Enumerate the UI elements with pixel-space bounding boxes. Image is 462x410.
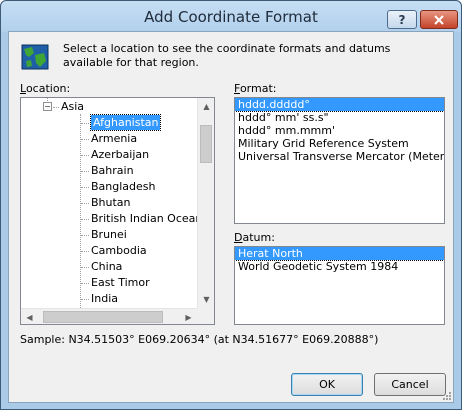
datum-list-item[interactable]: Herat North — [235, 247, 444, 261]
title-bar[interactable]: Add Coordinate Format ? — [1, 1, 461, 32]
help-icon: ? — [398, 12, 406, 27]
scroll-thumb-horizontal[interactable] — [43, 311, 163, 323]
scroll-left-arrow-icon[interactable]: ◀ — [21, 309, 38, 324]
scroll-corner — [197, 308, 214, 324]
resize-grip-icon[interactable] — [441, 390, 451, 400]
format-list-item[interactable]: hddd.ddddd° — [235, 98, 444, 112]
tree-node-china[interactable]: China — [91, 259, 122, 274]
ok-button[interactable]: OK — [291, 373, 363, 396]
intro-text: Select a location to see the coordinate … — [63, 42, 391, 69]
datum-list-item[interactable]: World Geodetic System 1984 — [235, 260, 444, 273]
sample-coordinates: Sample: N34.51503° E069.20634° (at N34.5… — [20, 333, 379, 346]
close-button[interactable] — [420, 10, 458, 29]
tree-content: − Asia Afghanistan Armenia Azerbaijan Bahra… — [21, 98, 197, 308]
tree-node-brunei[interactable]: Brunei — [91, 227, 127, 242]
tree-node-bahrain[interactable]: Bahrain — [91, 163, 134, 178]
format-list-item[interactable]: hddd° mm' ss.s" — [235, 111, 444, 124]
globe-map-icon — [21, 44, 49, 70]
tree-node-azerbaijan[interactable]: Azerbaijan — [91, 147, 149, 162]
datum-label: Datum: — [234, 231, 275, 244]
tree-node-armenia[interactable]: Armenia — [91, 131, 137, 146]
minus-box-icon[interactable]: − — [43, 102, 52, 111]
close-icon — [434, 14, 444, 25]
cancel-button[interactable]: Cancel — [374, 373, 446, 396]
horizontal-scrollbar[interactable]: ◀ ▶ — [21, 308, 197, 324]
tree-node-british-indian-ocean-ter[interactable]: British Indian Ocean Ter — [91, 211, 197, 226]
scroll-down-arrow-icon[interactable]: ▼ — [198, 291, 214, 308]
scroll-up-arrow-icon[interactable]: ▲ — [198, 98, 214, 115]
location-label: Location: — [20, 82, 71, 95]
format-label: Format: — [234, 82, 277, 95]
scroll-right-arrow-icon[interactable]: ▶ — [180, 309, 197, 324]
tree-node-cambodia[interactable]: Cambodia — [91, 243, 147, 258]
tree-node-bhutan[interactable]: Bhutan — [91, 195, 131, 210]
location-tree[interactable]: − Asia Afghanistan Armenia Azerbaijan Bahra… — [20, 97, 215, 325]
format-list-item[interactable]: Military Grid Reference System — [235, 137, 444, 150]
tree-node-india[interactable]: India — [91, 291, 118, 306]
dialog-window: Add Coordinate Format ? Select a locatio… — [0, 0, 462, 410]
tree-node-east-timor[interactable]: East Timor — [91, 275, 150, 290]
format-list-item[interactable]: hddd° mm.mmm' — [235, 124, 444, 137]
vertical-scrollbar[interactable]: ▲ ▼ — [197, 98, 214, 308]
scroll-thumb[interactable] — [200, 125, 212, 163]
tree-node-bangladesh[interactable]: Bangladesh — [91, 179, 156, 194]
tree-node-afghanistan[interactable]: Afghanistan — [89, 114, 162, 131]
dialog-body: Select a location to see the coordinate … — [8, 31, 454, 403]
datum-listbox[interactable]: Herat North World Geodetic System 1984 — [234, 246, 445, 325]
tree-node-asia[interactable]: Asia — [61, 99, 84, 114]
help-button[interactable]: ? — [387, 10, 417, 29]
format-listbox[interactable]: hddd.ddddd° hddd° mm' ss.s" hddd° mm.mmm' M… — [234, 97, 445, 224]
format-list-item[interactable]: Universal Transverse Mercator (Meters) — [235, 150, 444, 163]
